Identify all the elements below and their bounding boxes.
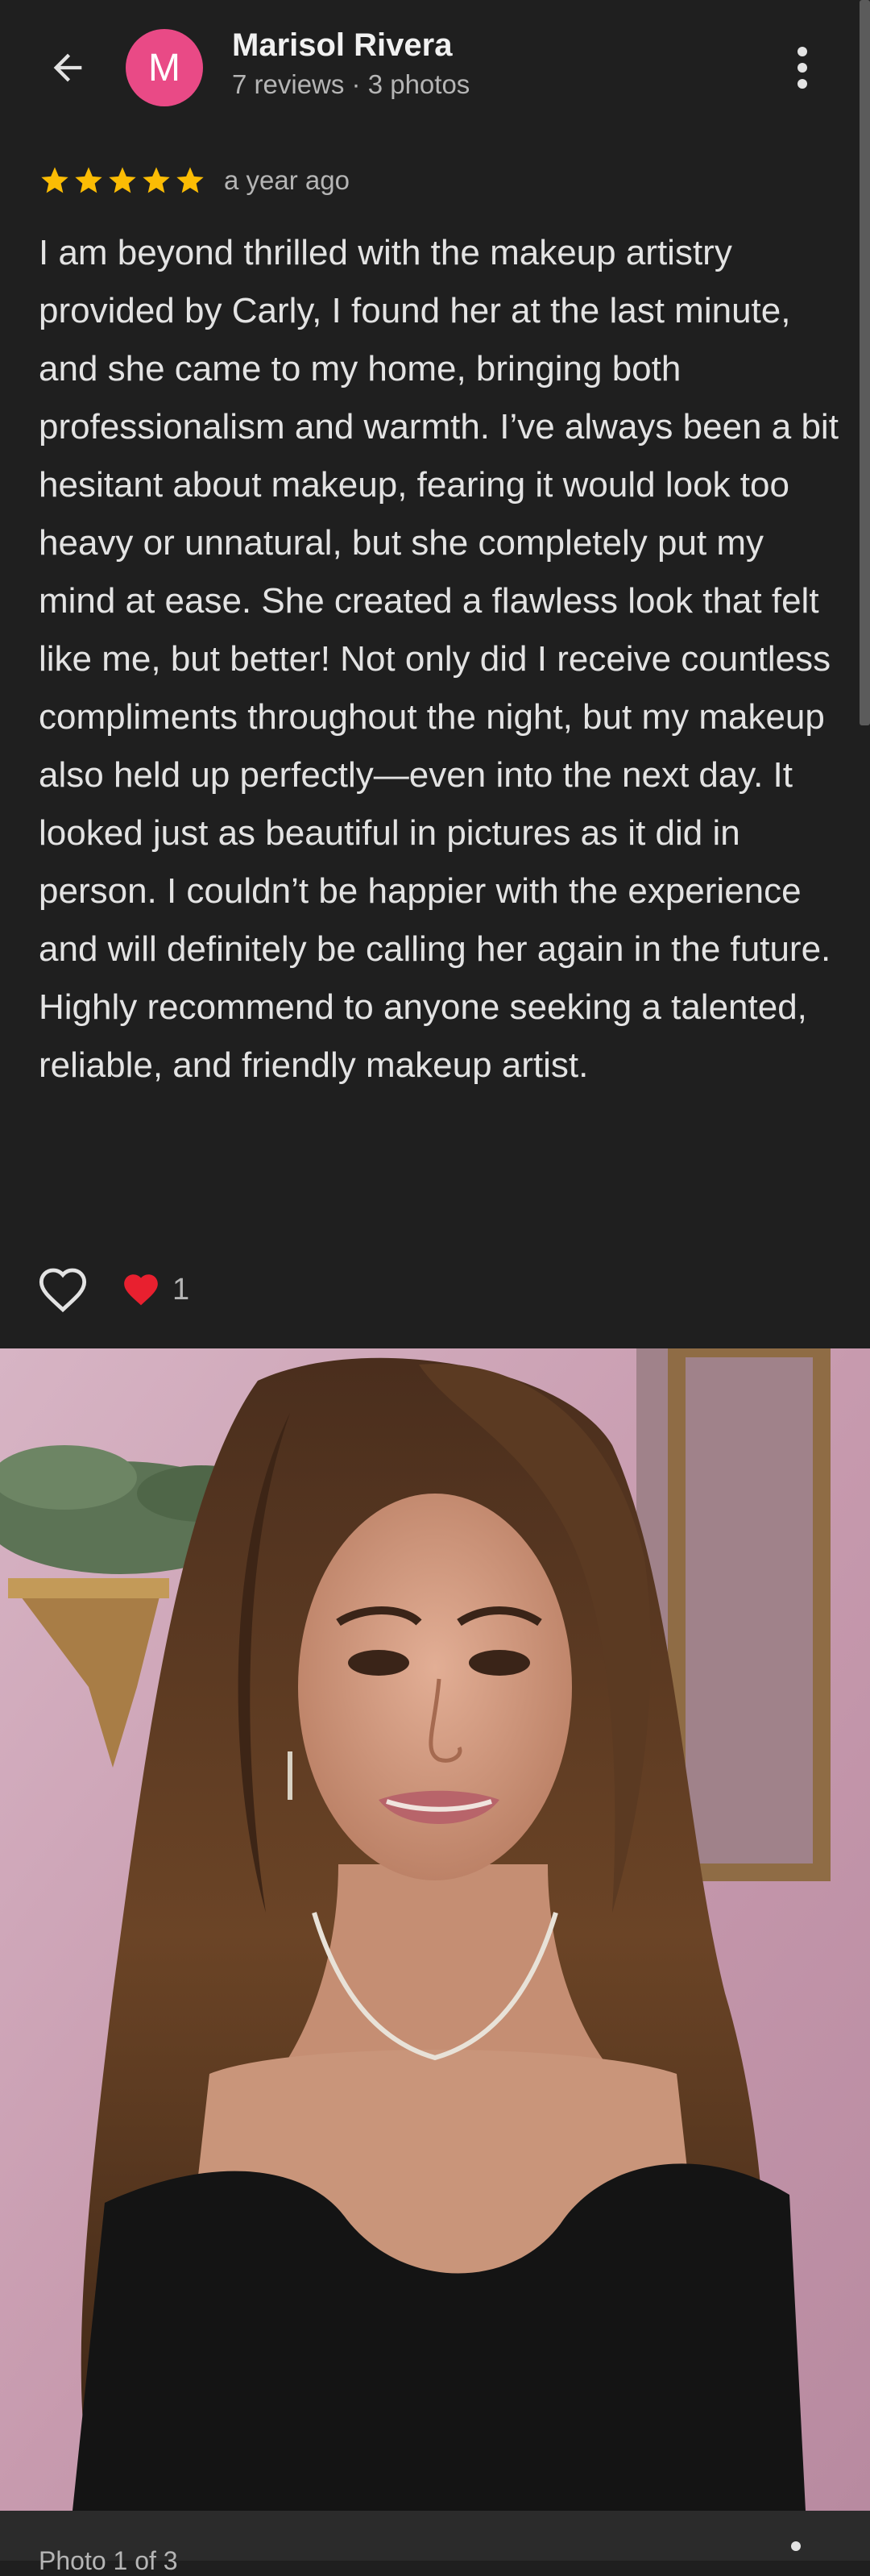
star-icon: [176, 167, 204, 193]
rating-row: a year ago: [39, 160, 350, 202]
heart-outline-icon: [39, 1268, 87, 1313]
scrollbar[interactable]: [860, 0, 870, 725]
star-icon: [75, 167, 102, 193]
more-vert-icon: [798, 47, 807, 89]
star-icon: [143, 167, 170, 193]
review-photo[interactable]: [0, 1348, 870, 2511]
avatar[interactable]: M: [126, 29, 203, 106]
review-actions: 1: [32, 1256, 189, 1323]
review-text: I am beyond thrilled with the makeup art…: [39, 233, 839, 1085]
star-icon: [41, 167, 68, 193]
like-button[interactable]: [32, 1259, 93, 1320]
photo-image: [0, 1348, 870, 2511]
arrow-back-icon: [53, 53, 82, 82]
app-header: M Marisol Rivera 7 reviews · 3 photos: [0, 0, 870, 135]
more-vert-icon: [791, 2541, 801, 2551]
star-rating: [39, 164, 206, 197]
back-button[interactable]: [32, 35, 103, 100]
avatar-letter: M: [148, 46, 180, 89]
photo-footer: Photo 1 of 3: [0, 2511, 870, 2575]
reaction-summary[interactable]: 1: [121, 1271, 189, 1308]
photo-counter: Photo 1 of 3: [39, 2546, 178, 2575]
reviewer-name[interactable]: Marisol Rivera: [232, 27, 452, 64]
red-heart-icon: [124, 1274, 158, 1306]
more-options-button[interactable]: [773, 35, 831, 100]
reaction-count: 1: [172, 1272, 190, 1307]
reviewer-meta: 7 reviews · 3 photos: [232, 69, 470, 99]
review-time: a year ago: [224, 165, 350, 195]
star-icon: [109, 167, 136, 193]
photo-more-button[interactable]: [789, 2538, 822, 2561]
